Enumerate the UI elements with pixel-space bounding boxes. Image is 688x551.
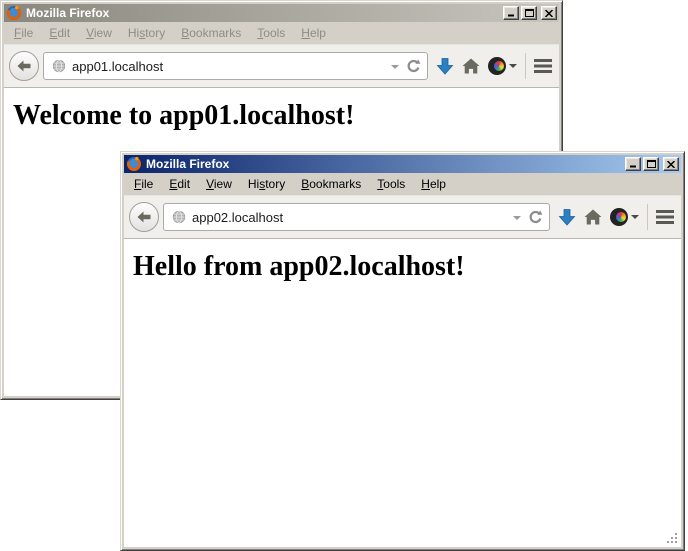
color-wheel-icon — [610, 208, 628, 226]
maximize-button[interactable] — [521, 6, 537, 20]
globe-icon[interactable] — [52, 59, 66, 73]
maximize-icon — [647, 160, 656, 168]
titlebar[interactable]: Mozilla Firefox — [124, 155, 681, 173]
menu-file[interactable]: File — [127, 175, 160, 193]
menu-history[interactable]: History — [241, 175, 292, 193]
color-wheel-icon — [488, 57, 506, 75]
page-heading: Hello from app02.localhost! — [133, 251, 681, 283]
maximize-button[interactable] — [643, 157, 659, 171]
home-icon — [462, 58, 480, 74]
home-icon — [584, 209, 602, 225]
minimize-button[interactable] — [503, 6, 519, 20]
back-arrow-icon — [16, 60, 32, 72]
menu-bar: File Edit View History Bookmarks Tools H… — [4, 22, 559, 44]
downloads-button[interactable] — [436, 58, 454, 75]
url-text[interactable]: app01.localhost — [72, 59, 385, 74]
menu-bookmarks[interactable]: Bookmarks — [294, 175, 368, 193]
menu-help[interactable]: Help — [294, 24, 333, 42]
firefox-window-app02: Mozilla Firefox File Edit View History B… — [120, 151, 685, 551]
addon-button[interactable] — [610, 208, 639, 226]
menu-button[interactable] — [534, 59, 552, 73]
navigation-toolbar: app01.localhost — [4, 44, 559, 88]
menu-bar: File Edit View History Bookmarks Tools H… — [124, 173, 681, 195]
home-button[interactable] — [462, 58, 480, 74]
back-button[interactable] — [129, 202, 159, 232]
firefox-logo-icon — [6, 5, 22, 21]
page-heading: Welcome to app01.localhost! — [13, 100, 559, 132]
toolbar-separator — [525, 53, 526, 79]
toolbar-separator — [647, 204, 648, 230]
url-bar[interactable]: app01.localhost — [43, 52, 428, 80]
url-text[interactable]: app02.localhost — [192, 210, 507, 225]
reload-button[interactable] — [405, 58, 421, 74]
window-title: Mozilla Firefox — [26, 4, 499, 22]
menu-tools[interactable]: Tools — [370, 175, 412, 193]
window-title: Mozilla Firefox — [146, 155, 621, 173]
menu-edit[interactable]: Edit — [42, 24, 77, 42]
menu-bookmarks[interactable]: Bookmarks — [174, 24, 248, 42]
menu-file[interactable]: File — [7, 24, 40, 42]
back-button[interactable] — [9, 51, 39, 81]
back-arrow-icon — [136, 211, 152, 223]
navigation-toolbar: app02.localhost — [124, 195, 681, 239]
minimize-icon — [507, 9, 516, 17]
minimize-button[interactable] — [625, 157, 641, 171]
download-arrow-icon — [436, 58, 454, 75]
reload-icon — [405, 58, 421, 74]
close-button[interactable] — [663, 157, 679, 171]
window-controls — [503, 6, 557, 20]
close-icon — [667, 161, 675, 168]
hamburger-icon — [656, 210, 674, 224]
menu-history[interactable]: History — [121, 24, 172, 42]
hamburger-icon — [534, 59, 552, 73]
menu-button[interactable] — [656, 210, 674, 224]
menu-help[interactable]: Help — [414, 175, 453, 193]
minimize-icon — [629, 160, 638, 168]
addon-dropdown-caret-icon — [509, 64, 517, 72]
menu-view[interactable]: View — [79, 24, 119, 42]
maximize-icon — [525, 9, 534, 17]
addon-dropdown-caret-icon — [631, 215, 639, 223]
menu-edit[interactable]: Edit — [162, 175, 197, 193]
firefox-logo-icon — [126, 156, 142, 172]
menu-view[interactable]: View — [199, 175, 239, 193]
downloads-button[interactable] — [558, 209, 576, 226]
titlebar[interactable]: Mozilla Firefox — [4, 4, 559, 22]
chevron-down-icon[interactable] — [391, 65, 399, 73]
reload-icon — [527, 209, 543, 225]
globe-icon[interactable] — [172, 210, 186, 224]
close-icon — [545, 10, 553, 17]
page-content: Hello from app02.localhost! — [124, 239, 681, 547]
resize-grip-icon[interactable] — [665, 531, 679, 545]
reload-button[interactable] — [527, 209, 543, 225]
home-button[interactable] — [584, 209, 602, 225]
window-controls — [625, 157, 679, 171]
menu-tools[interactable]: Tools — [250, 24, 292, 42]
url-bar[interactable]: app02.localhost — [163, 203, 550, 231]
addon-button[interactable] — [488, 57, 517, 75]
chevron-down-icon[interactable] — [513, 216, 521, 224]
close-button[interactable] — [541, 6, 557, 20]
download-arrow-icon — [558, 209, 576, 226]
